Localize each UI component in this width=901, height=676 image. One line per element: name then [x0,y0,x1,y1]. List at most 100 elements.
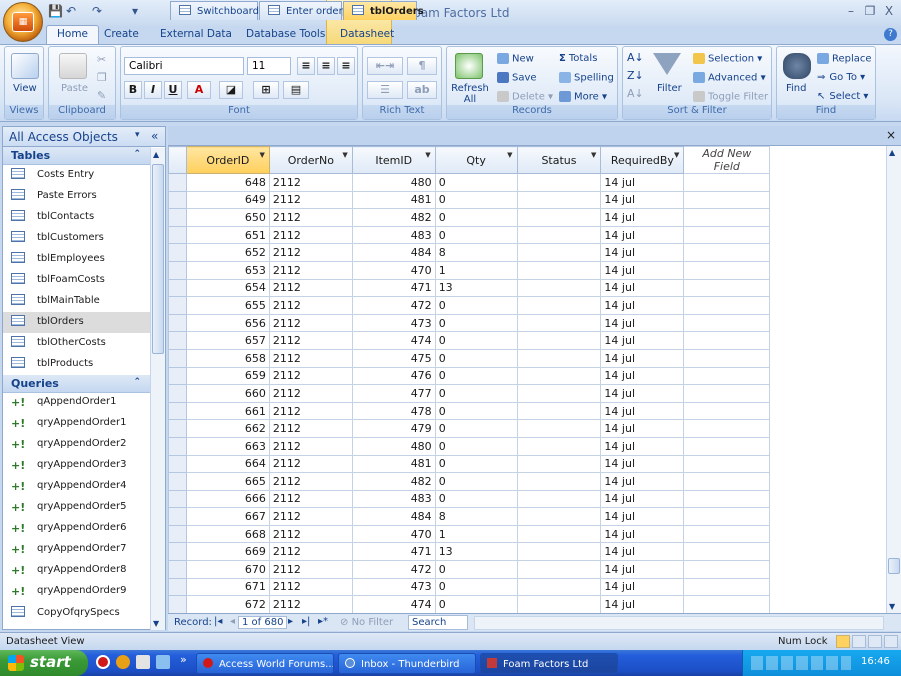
scroll-up-icon[interactable]: ▲ [153,150,159,159]
nav-table-item[interactable]: tblProducts [3,354,151,375]
row-selector[interactable] [168,401,187,421]
clear-sort-icon[interactable]: A↓ [627,87,644,100]
close-button[interactable]: X [880,4,898,20]
column-header-add-new-field[interactable]: Add New Field [683,146,771,174]
cell-requiredby[interactable]: 14 jul [600,507,685,526]
shutter-bar-icon[interactable]: « [151,129,158,143]
go-to-button[interactable]: ⇒ Go To ▾ [817,72,865,83]
cell-itemid[interactable]: 473 [351,577,436,597]
grid-vertical-scrollbar[interactable]: ▲ ▼ [886,146,901,613]
qat-save-icon[interactable]: 💾 [48,4,63,20]
cell-add-new-field[interactable] [683,595,771,613]
scroll-down-icon[interactable]: ▼ [889,602,895,611]
nav-query-item[interactable]: +! qryAppendOrder9 [3,582,151,603]
table-row[interactable]: 650 2112 482 0 14 jul [168,208,888,227]
search-input[interactable]: Search [408,615,468,630]
cell-orderno[interactable]: 2112 [268,524,353,544]
nav-table-item[interactable]: tblFoamCosts [3,270,151,291]
cell-add-new-field[interactable] [683,384,771,403]
doc-tab-switchboard[interactable]: Switchboard [170,1,259,20]
cell-add-new-field[interactable] [683,348,771,368]
qat-customize-icon[interactable]: ▾ [132,4,138,20]
nav-menu-icon[interactable]: ▾ [135,130,140,140]
restore-button[interactable]: ❐ [861,4,879,20]
row-selector[interactable] [168,296,187,315]
cell-status[interactable] [516,577,602,597]
tray-icons[interactable] [751,656,851,670]
cell-orderid[interactable]: 655 [185,296,270,315]
table-row[interactable]: 659 2112 476 0 14 jul [168,366,888,386]
cell-requiredby[interactable]: 14 jul [600,296,685,315]
cell-qty[interactable]: 0 [434,348,518,368]
table-row[interactable]: 665 2112 482 0 14 jul [168,472,888,491]
design-view-icon[interactable] [884,635,898,648]
nav-table-item[interactable]: tblContacts [3,207,151,228]
cell-requiredby[interactable]: 14 jul [600,190,685,210]
cell-orderid[interactable]: 666 [185,489,270,509]
row-selector[interactable] [168,173,187,192]
cell-requiredby[interactable]: 14 jul [600,278,685,298]
cell-requiredby[interactable]: 14 jul [600,173,685,192]
cell-requiredby[interactable]: 14 jul [600,524,685,544]
cell-orderid[interactable]: 656 [185,313,270,333]
cell-orderno[interactable]: 2112 [268,278,353,298]
column-header-qty[interactable]: Qty ▼ [434,146,518,174]
cell-requiredby[interactable]: 14 jul [600,331,685,350]
cell-orderno[interactable]: 2112 [268,472,353,491]
cell-orderid[interactable]: 660 [185,384,270,403]
italic-icon[interactable]: I [144,81,162,99]
cell-orderid[interactable]: 650 [185,208,270,227]
cell-requiredby[interactable]: 14 jul [600,243,685,262]
taskbar-item-access[interactable]: Foam Factors Ltd [480,653,618,674]
delete-record-button[interactable]: Delete ▾ [497,91,553,103]
cell-add-new-field[interactable] [683,278,771,298]
scroll-down-icon[interactable]: ▼ [153,619,159,628]
cell-itemid[interactable]: 482 [351,472,436,491]
cell-orderid[interactable]: 667 [185,507,270,526]
row-selector[interactable] [168,243,187,262]
row-selector[interactable] [168,489,187,509]
cell-requiredby[interactable]: 14 jul [600,348,685,368]
cell-itemid[interactable]: 483 [351,225,436,245]
cell-status[interactable] [516,260,602,280]
table-row[interactable]: 668 2112 470 1 14 jul [168,524,888,544]
align-center-icon[interactable]: ≡ [317,57,335,75]
pivottable-view-icon[interactable] [852,635,866,648]
replace-button[interactable]: Replace [817,53,872,65]
cell-qty[interactable]: 0 [434,419,518,438]
nav-query-item[interactable]: +! qryAppendOrder5 [3,498,151,519]
desktop-icon[interactable] [156,655,170,669]
cell-add-new-field[interactable] [683,243,771,262]
column-header-requiredby[interactable]: RequiredBy ▼ [600,146,685,174]
nav-table-item[interactable]: tblCustomers [3,228,151,249]
cell-qty[interactable]: 0 [434,472,518,491]
cell-orderno[interactable]: 2112 [268,507,353,526]
explorer-icon[interactable] [136,655,150,669]
cell-requiredby[interactable]: 14 jul [600,401,685,421]
table-row[interactable]: 660 2112 477 0 14 jul [168,384,888,403]
cell-qty[interactable]: 0 [434,489,518,509]
cell-qty[interactable]: 8 [434,243,518,262]
column-header-orderno[interactable]: OrderNo ▼ [268,146,353,174]
sort-dropdown-icon[interactable]: ▼ [342,151,347,159]
cell-add-new-field[interactable] [683,190,771,210]
doc-tab-enter-order[interactable]: Enter order [259,1,343,20]
select-button[interactable]: ↖ Select ▾ [817,91,868,102]
table-row[interactable]: 654 2112 471 13 14 jul [168,278,888,298]
cell-itemid[interactable]: 474 [351,331,436,350]
cell-orderid[interactable]: 654 [185,278,270,298]
start-button[interactable]: start [0,650,88,676]
cell-itemid[interactable]: 477 [351,384,436,403]
cell-requiredby[interactable]: 14 jul [600,542,685,562]
cell-qty[interactable]: 0 [434,366,518,386]
nav-table-item[interactable]: Costs Entry [3,165,151,186]
cell-status[interactable] [516,243,602,262]
nav-table-item[interactable]: tblMainTable [3,291,151,312]
row-selector[interactable] [168,384,187,403]
cell-status[interactable] [516,348,602,368]
sort-dropdown-icon[interactable]: ▼ [674,151,679,159]
cell-qty[interactable]: 1 [434,260,518,280]
bullets-icon[interactable]: ☰ [367,81,403,99]
cell-add-new-field[interactable] [683,260,771,280]
row-selector[interactable] [168,577,187,597]
